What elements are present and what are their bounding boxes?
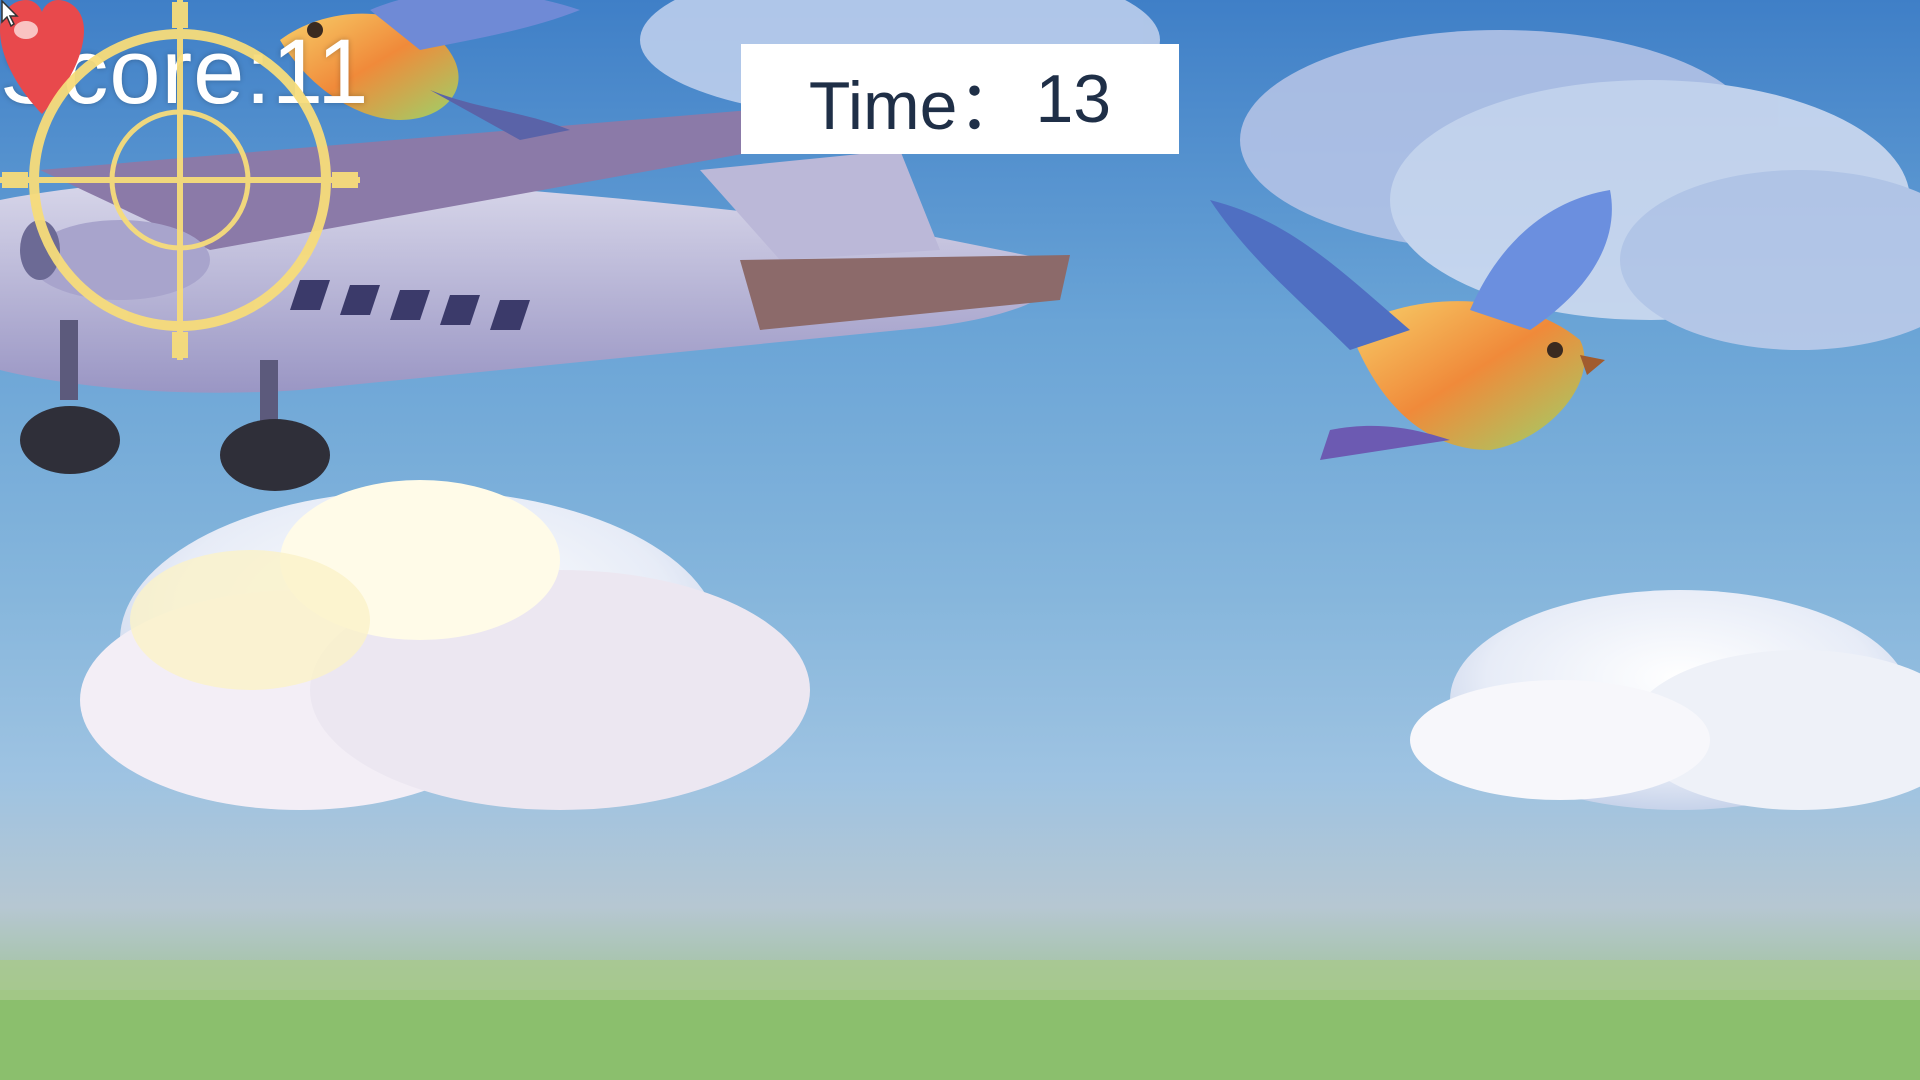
time-label: Time：: [808, 67, 1026, 144]
timer-panel: Time： 13: [741, 44, 1179, 154]
grass: [0, 960, 1920, 1080]
cloud-left: [80, 480, 810, 810]
game-scene[interactable]: Score:11 Time： 13: [0, 0, 1920, 1080]
mouse-pointer-icon: [1, 0, 19, 28]
cloud-right: [1410, 590, 1920, 810]
time-value: 13: [1035, 61, 1112, 137]
crosshair: [0, 0, 360, 360]
